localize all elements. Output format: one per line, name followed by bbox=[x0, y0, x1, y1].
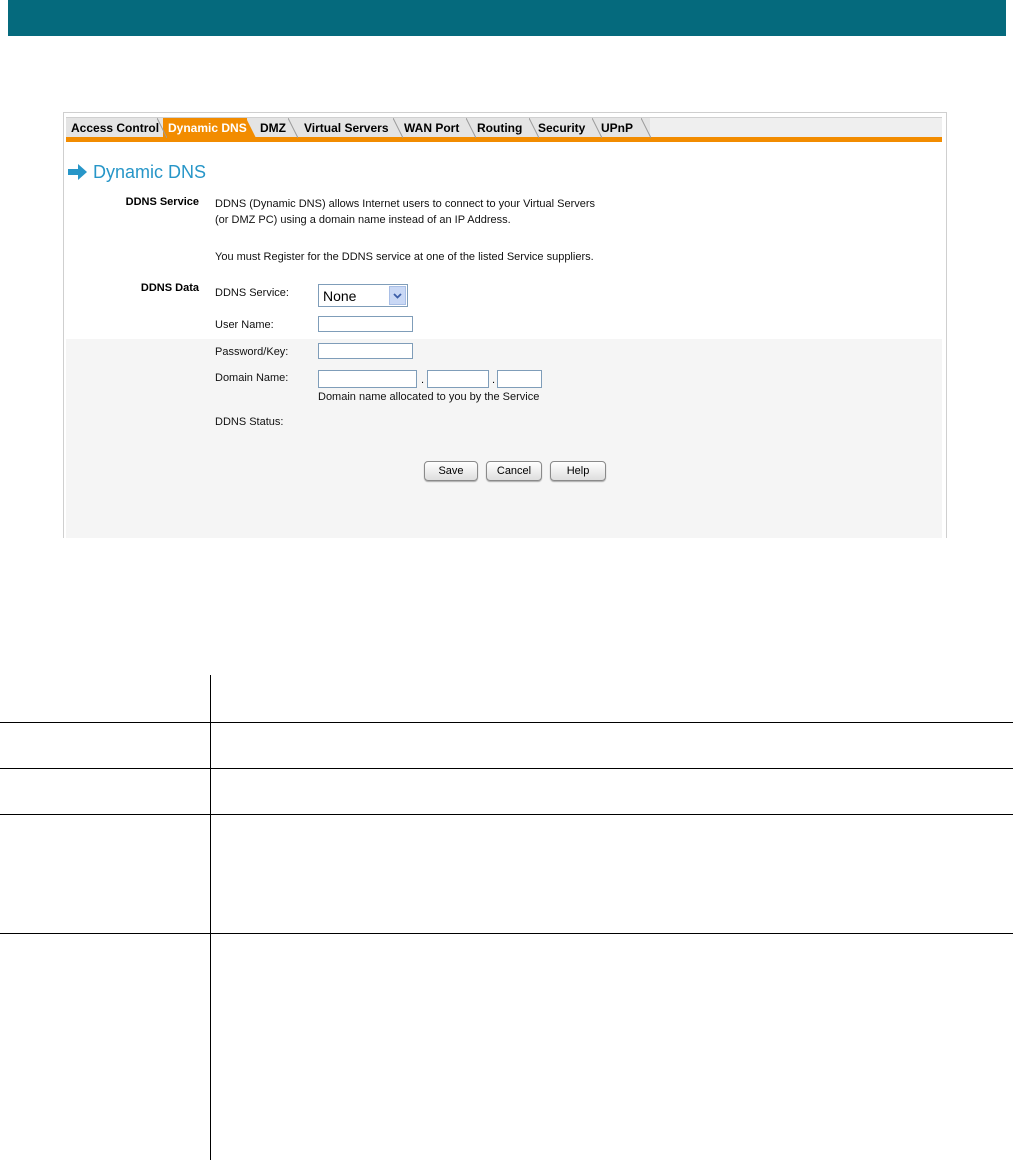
ddns-service-select[interactable]: None bbox=[318, 284, 408, 307]
ddns-service-section-label: DDNS Service bbox=[125, 196, 199, 208]
domain-part3-input[interactable] bbox=[497, 370, 542, 388]
router-config-screenshot: Access Control Dynamic DNS DMZ Virtual S… bbox=[63, 112, 947, 538]
page-heading: Dynamic DNS bbox=[68, 161, 206, 183]
password-input[interactable] bbox=[318, 343, 413, 359]
form-lower-panel bbox=[66, 339, 942, 538]
tab-strip: Access Control Dynamic DNS DMZ Virtual S… bbox=[66, 117, 942, 138]
tab-virtual-servers[interactable]: Virtual Servers bbox=[299, 118, 403, 138]
chevron-down-icon[interactable] bbox=[389, 286, 406, 305]
cancel-button[interactable]: Cancel bbox=[486, 461, 542, 481]
domain-part2-input[interactable] bbox=[427, 370, 489, 388]
document-header-bar bbox=[8, 0, 1006, 36]
username-label: User Name: bbox=[215, 319, 274, 331]
table-row-divider bbox=[0, 814, 1013, 815]
tab-edge-icon bbox=[288, 118, 298, 138]
tab-edge-icon bbox=[393, 118, 403, 138]
password-label: Password/Key: bbox=[215, 346, 289, 358]
table-row-divider bbox=[0, 722, 1013, 723]
save-button[interactable]: Save bbox=[424, 461, 478, 481]
domain-name-label: Domain Name: bbox=[215, 372, 289, 384]
domain-separator-2: . bbox=[492, 374, 496, 386]
tab-upnp[interactable]: UPnP bbox=[596, 118, 651, 138]
domain-separator-1: . bbox=[421, 374, 425, 386]
ddns-status-label: DDNS Status: bbox=[215, 416, 284, 428]
domain-name-hint: Domain name allocated to you by the Serv… bbox=[318, 391, 540, 403]
tab-security[interactable]: Security bbox=[533, 118, 602, 138]
tab-access-control[interactable]: Access Control bbox=[66, 118, 167, 138]
ddns-description-line2: (or DMZ PC) using a domain name instead … bbox=[215, 214, 511, 226]
tab-edge-icon bbox=[641, 118, 651, 138]
tab-edge-icon bbox=[246, 118, 256, 138]
table-row-divider bbox=[0, 768, 1013, 769]
domain-part1-input[interactable] bbox=[318, 370, 417, 388]
right-arrow-icon bbox=[68, 164, 87, 180]
username-input[interactable] bbox=[318, 316, 413, 332]
tab-underline bbox=[66, 137, 942, 142]
tab-strip-filler bbox=[650, 118, 942, 138]
ddns-register-note: You must Register for the DDNS service a… bbox=[215, 251, 594, 263]
page-title: Dynamic DNS bbox=[93, 161, 207, 182]
help-button[interactable]: Help bbox=[550, 461, 606, 481]
tab-dynamic-dns[interactable]: Dynamic DNS bbox=[163, 118, 256, 138]
tab-routing[interactable]: Routing bbox=[472, 118, 539, 138]
table-column-divider bbox=[210, 675, 211, 1160]
ddns-service-label: DDNS Service: bbox=[215, 287, 289, 299]
tab-dmz[interactable]: DMZ bbox=[255, 118, 298, 138]
table-row-divider bbox=[0, 933, 1013, 934]
tab-wan-port[interactable]: WAN Port bbox=[399, 118, 476, 138]
ddns-data-section-label: DDNS Data bbox=[140, 282, 199, 294]
tab-edge-icon bbox=[466, 118, 476, 138]
ddns-description-line1: DDNS (Dynamic DNS) allows Internet users… bbox=[215, 198, 596, 210]
